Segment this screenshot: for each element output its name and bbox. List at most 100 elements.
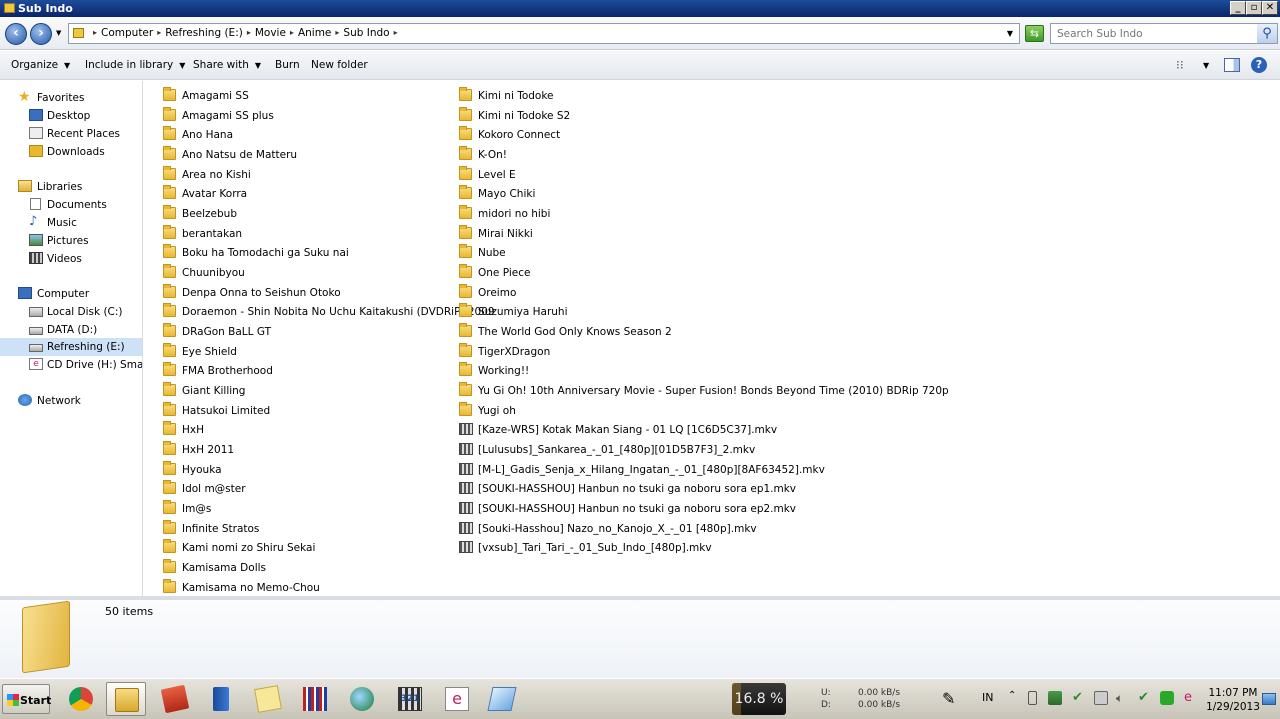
taskbar-media-app[interactable] <box>295 682 335 716</box>
folder-icon <box>459 362 472 376</box>
folder-icon <box>163 480 176 494</box>
breadcrumb-movie[interactable]: Movie <box>255 27 286 39</box>
sidebar-item-favorites[interactable]: ★ Favorites <box>0 89 142 107</box>
star-icon: ★ <box>18 89 31 105</box>
sidebar-item-computer[interactable]: Computer <box>0 285 142 303</box>
organize-button[interactable]: Organize ▼ <box>11 59 70 71</box>
folder-icon <box>459 107 472 121</box>
clock-date: 1/29/2013 <box>1206 701 1260 713</box>
folder-icon <box>459 382 472 396</box>
item-count: 50 items <box>105 605 154 618</box>
show-hidden-icons-button[interactable]: ⌃ <box>1008 690 1016 701</box>
sidebar-item-refreshing[interactable]: Refreshing (E:) <box>0 338 142 356</box>
globe-icon <box>350 687 374 711</box>
battery-icon[interactable] <box>1028 691 1037 705</box>
cd-drive-icon: e <box>29 358 43 370</box>
breadcrumb-sub-indo[interactable]: Sub Indo <box>343 27 389 39</box>
sidebar-item-documents[interactable]: Documents <box>0 196 142 214</box>
drive-icon <box>29 327 43 335</box>
breadcrumb-anime[interactable]: Anime <box>298 27 331 39</box>
pictures-icon <box>29 234 43 246</box>
folder-icon <box>459 244 472 258</box>
sidebar-item-pictures[interactable]: Pictures <box>0 232 142 250</box>
taskbar-smartfren[interactable]: e <box>437 682 477 716</box>
taskbar-explorer[interactable] <box>106 682 146 716</box>
minimize-button[interactable]: _ <box>1230 1 1246 15</box>
taskbar-sticky-notes[interactable] <box>248 682 288 716</box>
view-dropdown-icon[interactable]: ▼ <box>1203 61 1209 70</box>
folder-icon <box>163 225 176 239</box>
film-icon: 321 <box>398 687 422 711</box>
tray-app-icon[interactable] <box>1048 691 1062 705</box>
include-in-library-button[interactable]: Include in library ▼ <box>85 59 185 71</box>
folder-icon <box>459 146 472 160</box>
tray-check-icon[interactable]: ✔ <box>1072 691 1086 705</box>
search-box[interactable]: ⚲ <box>1050 23 1278 44</box>
sidebar-item-videos[interactable]: Videos <box>0 250 142 268</box>
smartfren-tray-icon[interactable]: e <box>1184 691 1198 705</box>
burn-button[interactable]: Burn <box>275 59 300 71</box>
sidebar-item-data-disk[interactable]: DATA (D:) <box>0 321 142 339</box>
taskbar-notebook-app[interactable] <box>201 682 241 716</box>
network-status-icon[interactable] <box>1094 691 1108 705</box>
folder-icon <box>459 284 472 298</box>
sidebar-item-network[interactable]: Network <box>0 392 142 410</box>
folder-icon <box>163 461 176 475</box>
volume-icon[interactable]: 🔈︎ <box>1116 691 1130 705</box>
search-icon[interactable]: ⚲ <box>1257 24 1277 43</box>
sidebar-item-libraries[interactable]: Libraries <box>0 178 142 196</box>
breadcrumb-refreshing[interactable]: Refreshing (E:) <box>165 27 243 39</box>
taskbar-media-player[interactable]: 321 <box>390 682 430 716</box>
sidebar-item-cd-drive[interactable]: eCD Drive (H:) Smartfr <box>0 356 142 374</box>
clock[interactable]: 11:07 PM 1/29/2013 <box>1202 686 1264 714</box>
upload-label: U: <box>821 688 831 698</box>
folder-icon <box>163 166 176 180</box>
tray-sync-icon[interactable] <box>1160 691 1174 705</box>
taskbar-app[interactable] <box>482 682 522 716</box>
maximize-button[interactable]: ▫ <box>1246 1 1262 15</box>
pen-input-icon[interactable]: ✎ <box>942 689 955 708</box>
help-icon[interactable]: ? <box>1251 57 1267 73</box>
view-options-icon[interactable]: ⁝⁝ <box>1176 58 1190 72</box>
preview-pane-icon[interactable] <box>1224 58 1240 72</box>
video-file-icon <box>459 423 473 435</box>
show-desktop-button[interactable] <box>1262 693 1276 705</box>
taskbar-browser[interactable] <box>342 682 382 716</box>
folder-icon <box>163 520 176 534</box>
sidebar-item-music[interactable]: ♪ Music <box>0 214 142 232</box>
address-dropdown-icon[interactable]: ▼ <box>1007 29 1013 38</box>
folder-icon <box>459 205 472 219</box>
sidebar-item-downloads[interactable]: Downloads <box>0 143 142 161</box>
folder-icon <box>163 402 176 416</box>
sidebar-item-local-disk[interactable]: Local Disk (C:) <box>0 303 142 321</box>
sticky-notes-icon <box>254 685 282 713</box>
download-speed: 0.00 kB/s <box>858 700 901 710</box>
breadcrumb: ▸ Computer ▸ Refreshing (E:) ▸ Movie ▸ A… <box>93 27 398 39</box>
folder-icon <box>163 146 176 160</box>
address-bar[interactable]: ▸ Computer ▸ Refreshing (E:) ▸ Movie ▸ A… <box>68 23 1020 44</box>
breadcrumb-computer[interactable]: Computer <box>101 27 153 39</box>
back-button[interactable]: ‹ <box>5 23 27 45</box>
forward-button[interactable]: › <box>30 23 52 45</box>
search-input[interactable] <box>1051 24 1251 43</box>
sidebar-item-desktop[interactable]: Desktop <box>0 107 142 125</box>
refresh-icon[interactable]: ⇆ <box>1025 25 1044 42</box>
taskbar-book-app[interactable] <box>155 682 195 716</box>
folder-icon <box>163 87 176 101</box>
start-button[interactable]: Start <box>2 684 51 714</box>
video-file-icon <box>459 482 473 494</box>
folder-icon <box>163 579 176 593</box>
share-with-button[interactable]: Share with ▼ <box>193 59 261 71</box>
taskbar-chrome[interactable] <box>61 682 101 716</box>
new-folder-button[interactable]: New folder <box>311 59 368 71</box>
video-file-icon <box>459 443 473 455</box>
language-indicator[interactable]: IN <box>982 691 993 704</box>
sidebar-item-recent-places[interactable]: Recent Places <box>0 125 142 143</box>
folder-icon <box>22 600 70 674</box>
video-file-icon <box>459 522 473 534</box>
folder-icon <box>73 28 84 38</box>
recent-pages-dropdown[interactable]: ▼ <box>56 29 61 37</box>
window-title: Sub Indo <box>18 2 73 15</box>
close-button[interactable]: ✕ <box>1262 1 1278 15</box>
tray-check-icon[interactable]: ✔ <box>1138 691 1152 705</box>
